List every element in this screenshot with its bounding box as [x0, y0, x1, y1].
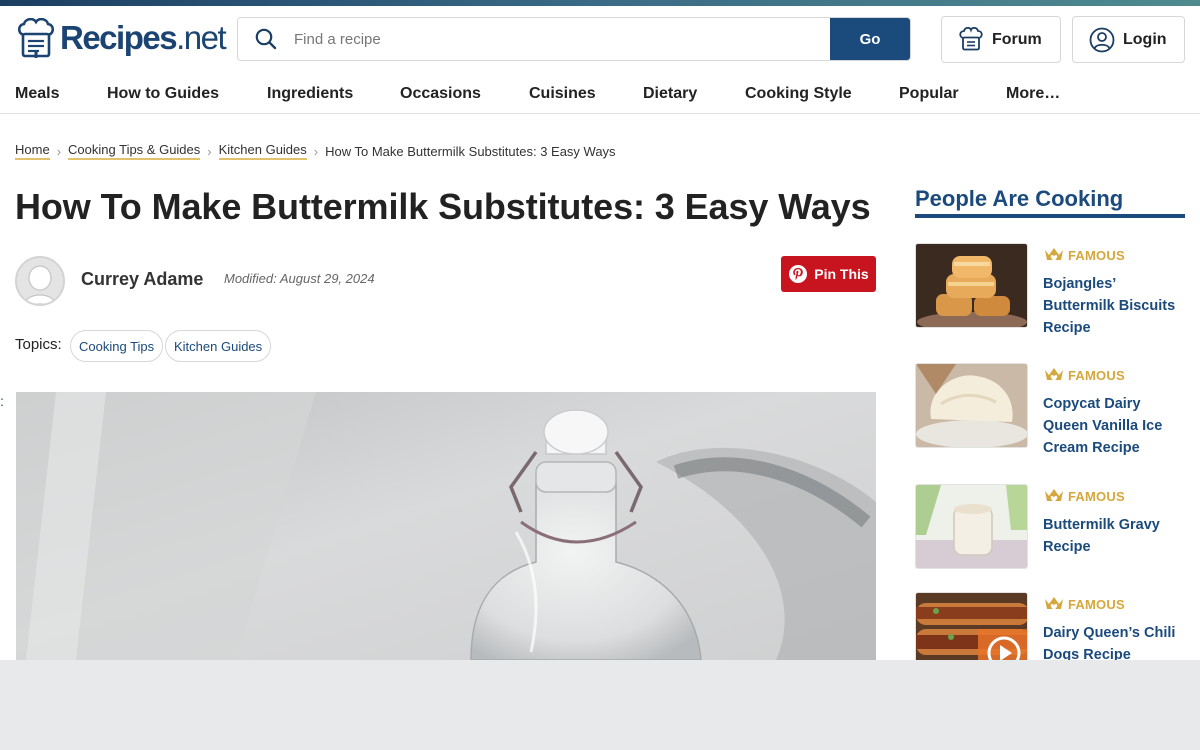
hero-image-buttermilk-bottle [16, 392, 876, 660]
modified-date: Modified: August 29, 2024 [224, 271, 375, 286]
topic-pill-kitchen-guides[interactable]: Kitchen Guides [165, 330, 272, 362]
forum-chef-icon [959, 26, 983, 50]
user-circle-icon [1089, 27, 1115, 52]
crown-heart-icon [1045, 489, 1063, 502]
nav-item-occasions[interactable]: Occasions [400, 85, 481, 103]
login-label: Login [1123, 30, 1167, 48]
topic-pill-cooking-tips[interactable]: Cooking Tips [70, 330, 164, 362]
sidebar-divider [915, 214, 1185, 218]
forum-button[interactable]: Forum [941, 16, 1061, 63]
search-bar: Go [237, 17, 911, 61]
search-go-button[interactable]: Go [830, 18, 910, 60]
card-thumbnail-ice-cream[interactable] [915, 363, 1028, 448]
topics-label: Topics: [15, 336, 62, 353]
nav-item-ingredients[interactable]: Ingredients [267, 85, 353, 103]
famous-badge: FAMOUS [1044, 247, 1125, 263]
famous-badge: FAMOUS [1044, 488, 1125, 504]
main-nav: Meals How to Guides Ingredients Occasion… [0, 72, 1200, 114]
nav-item-more[interactable]: More… [1006, 85, 1060, 103]
famous-badge: FAMOUS [1044, 596, 1125, 612]
page-title: How To Make Buttermilk Substitutes: 3 Ea… [15, 186, 871, 227]
chevron-right-icon: › [313, 143, 319, 159]
breadcrumb-kitchen-guides[interactable]: Kitchen Guides [218, 142, 307, 160]
default-avatar-icon [17, 258, 63, 304]
logo-wordmark: Recipes.net [60, 19, 227, 56]
chevron-right-icon: › [56, 143, 62, 159]
site-header: Recipes.net Go Forum Login [0, 6, 1200, 72]
card-title[interactable]: Copycat Dairy Queen Vanilla Ice Cream Re… [1043, 393, 1185, 459]
nav-item-dietary[interactable]: Dietary [643, 85, 697, 103]
forum-label: Forum [992, 30, 1042, 48]
sidebar-heading: People Are Cooking [915, 186, 1124, 211]
site-logo[interactable]: Recipes.net [15, 18, 227, 58]
author-name[interactable]: Currey Adame [81, 269, 203, 290]
card-title[interactable]: Bojangles’ Buttermilk Biscuits Recipe [1043, 273, 1185, 339]
pin-this-label: Pin This [814, 266, 869, 282]
chevron-right-icon: › [207, 143, 212, 159]
search-icon [238, 28, 294, 50]
crown-heart-icon [1045, 597, 1063, 610]
crown-heart-icon [1045, 368, 1063, 381]
nav-item-how-to-guides[interactable]: How to Guides [107, 85, 219, 103]
famous-badge: FAMOUS [1044, 367, 1125, 383]
card-thumbnail-gravy[interactable] [915, 484, 1028, 569]
avatar[interactable] [15, 256, 65, 306]
breadcrumb-home[interactable]: Home [15, 142, 50, 160]
crown-heart-icon [1045, 248, 1063, 261]
pinterest-icon [789, 265, 808, 283]
edge-marker: : [0, 393, 4, 409]
pin-this-button[interactable]: Pin This [781, 256, 876, 292]
nav-item-meals[interactable]: Meals [15, 85, 59, 103]
card-thumbnail-biscuits[interactable] [915, 243, 1028, 328]
bottom-ad-bar [0, 660, 1200, 750]
breadcrumb-cooking-tips[interactable]: Cooking Tips & Guides [68, 142, 201, 160]
breadcrumb-current: How To Make Buttermilk Substitutes: 3 Ea… [325, 143, 616, 159]
nav-item-cuisines[interactable]: Cuisines [529, 85, 596, 103]
login-button[interactable]: Login [1072, 16, 1185, 63]
nav-item-popular[interactable]: Popular [899, 85, 959, 103]
nav-item-cooking-style[interactable]: Cooking Style [745, 85, 852, 103]
card-title[interactable]: Buttermilk Gravy Recipe [1043, 514, 1185, 558]
chef-hat-icon [17, 18, 55, 58]
search-input[interactable] [294, 18, 830, 60]
breadcrumb: Home › Cooking Tips & Guides › Kitchen G… [15, 142, 616, 160]
